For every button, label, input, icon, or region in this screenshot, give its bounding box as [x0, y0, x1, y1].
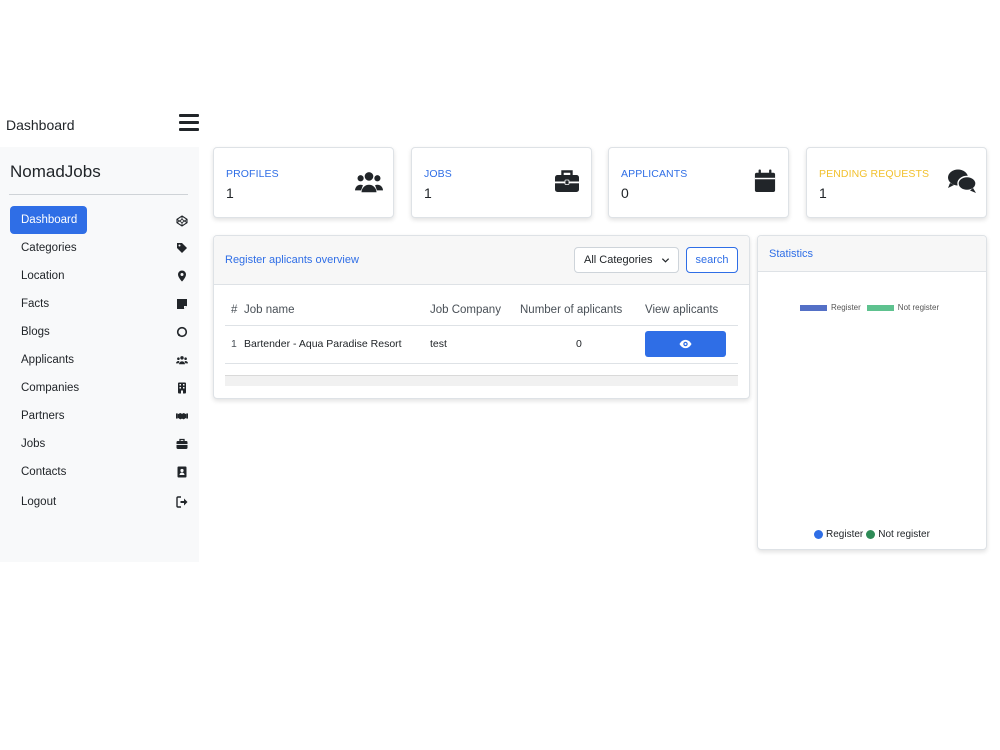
sidebar-item-label: Dashboard	[21, 214, 78, 226]
eye-icon	[679, 339, 692, 349]
stat-label: PENDING REQUESTS	[819, 168, 930, 180]
stat-label: JOBS	[424, 168, 452, 180]
search-button[interactable]: search	[686, 247, 738, 273]
legend-label: Not register	[878, 529, 930, 540]
horizontal-scrollbar[interactable]	[225, 375, 738, 386]
category-select[interactable]: All Categories	[574, 247, 679, 273]
sidebar-item-dashboard[interactable]: Dashboard	[10, 206, 87, 234]
sidebar-item-label: Location	[21, 270, 65, 282]
sidebar-nav: Dashboard Categories Location Facts Blog…	[10, 206, 190, 516]
sidebar: NomadJobs Dashboard Categories Location …	[0, 147, 199, 562]
legend-dot	[814, 530, 823, 539]
top-bar: Dashboard	[0, 108, 200, 140]
address-book-icon	[177, 466, 187, 478]
applicants-count-cell: 0	[520, 325, 645, 364]
chevron-down-icon	[661, 258, 670, 263]
sidebar-item-label: Categories	[21, 242, 77, 254]
sidebar-item-categories[interactable]: Categories	[10, 234, 190, 262]
users-icon	[176, 356, 188, 365]
sidebar-item-logout[interactable]: Logout	[10, 488, 190, 516]
handshake-icon	[176, 413, 188, 420]
legend-item-register[interactable]: Register	[800, 303, 861, 312]
stat-card-jobs[interactable]: JOBS 1	[411, 147, 592, 218]
building-icon	[178, 382, 186, 394]
bottom-legend: Register Not register	[814, 529, 933, 540]
users-icon	[355, 172, 383, 193]
chart-legend: Register Not register	[800, 303, 945, 312]
sticky-note-icon	[177, 299, 187, 309]
legend-label: Register	[826, 529, 864, 540]
calendar-icon	[754, 169, 776, 192]
comment-icon	[176, 326, 188, 338]
briefcase-icon	[176, 438, 188, 449]
sidebar-item-facts[interactable]: Facts	[10, 290, 190, 318]
stat-value: 1	[819, 185, 827, 201]
overview-title: Register aplicants overview	[225, 254, 359, 266]
view-applicants-cell	[645, 325, 738, 364]
statistics-card: Statistics Register Not register Registe…	[757, 235, 987, 550]
stat-card-applicants[interactable]: APPLICANTS 0	[608, 147, 789, 218]
sidebar-item-companies[interactable]: Companies	[10, 374, 190, 402]
map-pin-icon	[178, 270, 186, 282]
stat-value: 1	[226, 185, 234, 201]
overview-card: Register aplicants overview All Categori…	[213, 235, 750, 399]
statistics-title: Statistics	[769, 248, 814, 260]
column-header: Job name	[244, 296, 430, 326]
sidebar-item-label: Partners	[21, 410, 65, 422]
stat-label: PROFILES	[226, 168, 279, 180]
row-number: 1	[225, 325, 244, 364]
legend-label: Not register	[897, 303, 940, 312]
column-header: Number of aplicants	[520, 296, 645, 326]
legend-dot	[866, 530, 876, 539]
sidebar-item-location[interactable]: Location	[10, 262, 190, 290]
stat-label: APPLICANTS	[621, 168, 688, 180]
sidebar-item-label: Contacts	[21, 466, 67, 478]
stat-value: 0	[621, 185, 629, 201]
sidebar-item-blogs[interactable]: Blogs	[10, 318, 190, 346]
category-select-value: All Categories	[584, 254, 653, 266]
sidebar-item-applicants[interactable]: Applicants	[10, 346, 190, 374]
sidebar-item-partners[interactable]: Partners	[10, 402, 190, 430]
sidebar-item-label: Facts	[21, 298, 50, 310]
tags-icon	[177, 243, 187, 253]
sign-out-icon	[176, 496, 188, 508]
stat-value: 1	[424, 185, 432, 201]
legend-swatch	[800, 304, 827, 311]
sidebar-item-label: Jobs	[21, 438, 46, 450]
column-header: View aplicants	[645, 296, 738, 326]
comments-icon	[948, 169, 977, 193]
job-name-cell: Bartender - Aqua Paradise Resort	[244, 325, 430, 364]
column-header: #	[225, 296, 244, 326]
job-company-cell: test	[430, 325, 520, 364]
codepen-icon	[176, 215, 188, 227]
table-header-row: # Job name Job Company Number of aplican…	[225, 296, 738, 326]
legend-item-not-register[interactable]: Not register	[866, 303, 940, 312]
table-row: 1 Bartender - Aqua Paradise Resort test …	[225, 325, 738, 364]
sidebar-item-label: Blogs	[21, 326, 50, 338]
page-title: Dashboard	[6, 117, 75, 133]
brand-divider	[9, 194, 188, 195]
legend-item-register: Register	[814, 529, 863, 540]
hamburger-menu-icon[interactable]	[179, 114, 200, 134]
sidebar-item-jobs[interactable]: Jobs	[10, 430, 190, 458]
sidebar-item-label: Companies	[21, 382, 80, 394]
briefcase-icon	[555, 170, 579, 192]
brand-title: NomadJobs	[10, 162, 101, 181]
applicants-table: # Job name Job Company Number of aplican…	[225, 296, 738, 364]
sidebar-item-contacts[interactable]: Contacts	[10, 458, 190, 486]
stat-card-pending-requests[interactable]: PENDING REQUESTS 1	[806, 147, 987, 218]
legend-item-not-register: Not register	[866, 529, 930, 540]
statistics-header: Statistics	[758, 236, 986, 272]
column-header: Job Company	[430, 296, 520, 326]
stat-card-profiles[interactable]: PROFILES 1	[213, 147, 394, 218]
legend-swatch	[866, 304, 894, 311]
sidebar-item-label: Logout	[21, 496, 57, 508]
view-applicants-button[interactable]	[645, 331, 726, 357]
overview-header: Register aplicants overview All Categori…	[214, 236, 749, 285]
sidebar-item-label: Applicants	[21, 354, 75, 366]
legend-label: Register	[831, 303, 861, 312]
